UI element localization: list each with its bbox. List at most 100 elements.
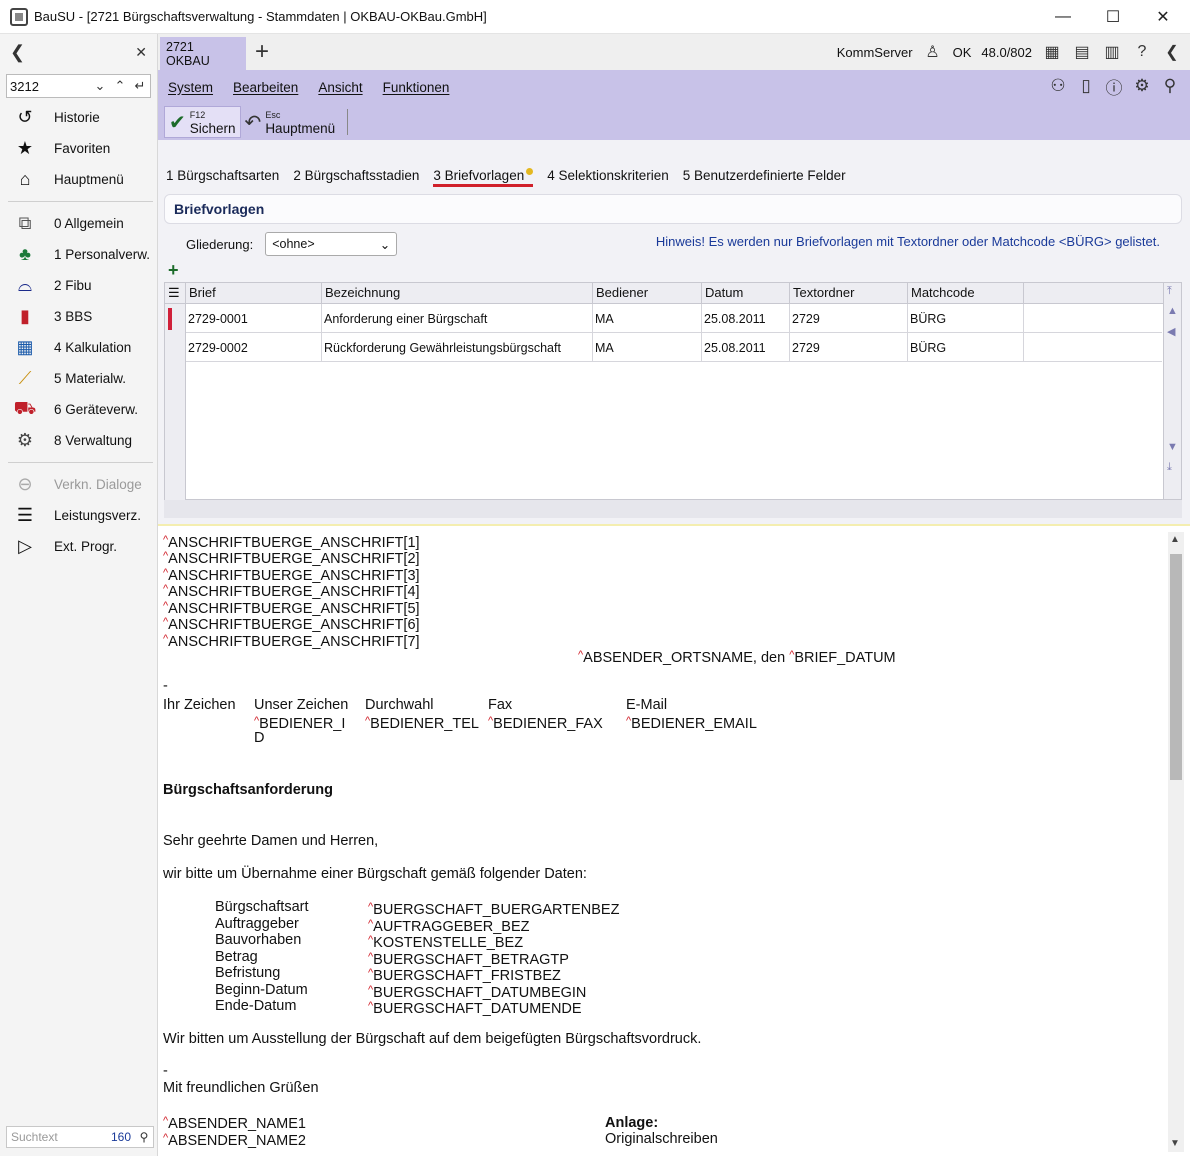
tab-benutzerdefinierte-felder[interactable]: 5 Benutzerdefinierte Felder — [683, 168, 846, 187]
search-icon[interactable]: ⚲ — [1160, 75, 1180, 97]
tab-briefvorlagen[interactable]: 3 Briefvorlagen — [433, 168, 534, 187]
chevron-down-icon[interactable]: ⌄ — [95, 78, 106, 94]
menu-bar: System Bearbeiten Ansicht Funktionen — [158, 70, 1190, 104]
general-icon: ⧉ — [18, 213, 32, 233]
search-icon[interactable]: ⚲ — [135, 1130, 153, 1144]
add-tab-button[interactable]: + — [255, 38, 269, 66]
clipboard-icon[interactable]: ▤ — [1072, 42, 1092, 62]
scroll-up-icon[interactable]: ▲ — [1170, 534, 1180, 545]
scrollbar-thumb[interactable] — [1170, 554, 1182, 780]
ref-header-email: E-Mail — [626, 697, 668, 713]
sidebar-item-materialw[interactable]: ⟋ 5 Materialw. — [0, 363, 157, 394]
scroll-up-icon[interactable]: ◀ — [1167, 325, 1175, 338]
column-header-bezeichnung[interactable]: Bezeichnung — [322, 283, 593, 304]
sidebar: ❮ ✕ 3212 ⌄ ⌃ ↵ ↺ Historie ★ Favoriten ⌂ … — [0, 34, 158, 1156]
document-tab-strip: 2721 OKBAU + KommServer ♙ OK 48.0/802 ▦ … — [158, 34, 1190, 70]
cell-datum: 25.08.2011 — [702, 304, 790, 333]
menu-ansicht[interactable]: Ansicht — [318, 80, 362, 95]
sidebar-item-label: 3 BBS — [54, 309, 93, 324]
scroll-down-icon[interactable]: ▼ — [1167, 441, 1178, 453]
cell-datum: 25.08.2011 — [702, 333, 790, 362]
help-icon[interactable]: ? — [1132, 42, 1152, 62]
personnel-icon: ♣ — [19, 244, 31, 264]
document-tab-number: 2721 — [166, 40, 194, 54]
enter-icon[interactable]: ↵ — [135, 78, 146, 94]
sidebar-item-leistungsverz[interactable]: ☰ Leistungsverz. — [0, 500, 157, 531]
column-header-datum[interactable]: Datum — [702, 283, 790, 304]
sidebar-item-verwaltung[interactable]: ⚙ 8 Verwaltung — [0, 425, 157, 456]
settings-icon[interactable]: ⚙ — [1132, 75, 1152, 97]
search-input[interactable]: Suchtext 160 ⚲ — [6, 1126, 154, 1148]
sidebar-item-historie[interactable]: ↺ Historie — [0, 102, 157, 133]
app-icon — [10, 7, 28, 26]
column-chooser-icon[interactable]: ☰ — [165, 283, 186, 304]
main-menu-label: Hauptmenü — [265, 121, 336, 136]
sidebar-divider — [8, 201, 153, 202]
letter-scrollbar[interactable]: ▲ ▼ — [1168, 532, 1184, 1152]
separator-dash: - — [163, 1063, 168, 1079]
field-label: Bürgschaftsart — [215, 899, 309, 915]
sidebar-item-allgemein[interactable]: ⧉ 0 Allgemein — [0, 208, 157, 239]
cell-matchcode: BÜRG — [908, 333, 1024, 362]
menu-bearbeiten[interactable]: Bearbeiten — [233, 80, 298, 95]
tab-buergschaftsarten[interactable]: 1 Bürgschaftsarten — [166, 168, 279, 187]
document-tab[interactable]: 2721 OKBAU — [160, 37, 246, 70]
window-title: BauSU - [2721 Bürgschaftsverwaltung - St… — [34, 9, 487, 24]
sidebar-item-geraeteverw[interactable]: ⛟ 6 Geräteverw. — [0, 394, 157, 425]
sidebar-item-label: 8 Verwaltung — [54, 433, 133, 448]
gliederung-select[interactable]: <ohne> ⌄ — [265, 232, 398, 256]
user-icon[interactable]: ♙ — [923, 42, 943, 62]
chevron-up-icon[interactable]: ⌃ — [115, 78, 126, 94]
tab-buergschaftsstadien[interactable]: 2 Bürgschaftsstadien — [293, 168, 419, 187]
sidebar-item-label: 2 Fibu — [54, 278, 92, 293]
letter-preview[interactable]: ^ANSCHRIFTBUERGE_ANSCHRIFT[1] ^ANSCHRIFT… — [158, 524, 1190, 1156]
menu-system[interactable]: System — [168, 80, 213, 95]
sidebar-item-hauptmenue[interactable]: ⌂ Hauptmenü — [0, 164, 157, 195]
cell-brief: 2729-0002 — [186, 333, 322, 362]
hint-text: Hinweis! Es werden nur Briefvorlagen mit… — [655, 234, 1160, 249]
users-icon[interactable]: ⚇ — [1048, 75, 1068, 97]
column-header-matchcode[interactable]: Matchcode — [908, 283, 1024, 304]
chevron-down-icon: ⌄ — [379, 237, 391, 252]
add-row-icon[interactable]: + — [168, 260, 179, 281]
sidebar-item-favoriten[interactable]: ★ Favoriten — [0, 133, 157, 164]
collapse-icon[interactable]: ❮ — [1162, 42, 1182, 62]
main-menu-button[interactable]: ↶ Esc Hauptmenü — [241, 106, 340, 138]
sidebar-number-field[interactable]: 3212 ⌄ ⌃ ↵ — [6, 74, 151, 98]
version-label: 48.0/802 — [981, 44, 1032, 60]
document-icon[interactable]: ▯ — [1076, 75, 1096, 97]
unpin-icon[interactable]: ✕ — [135, 44, 147, 61]
sidebar-item-personalverw[interactable]: ♣ 1 Personalverw. — [0, 239, 157, 270]
calculator-icon[interactable]: ▥ — [1102, 42, 1122, 62]
scroll-first-icon[interactable]: ⤒ — [1167, 285, 1172, 298]
table-header: ☰ Brief Bezeichnung Bediener Datum Texto… — [165, 283, 1165, 304]
sidebar-item-fibu[interactable]: ⌓ 2 Fibu — [0, 270, 157, 301]
status-area: KommServer ♙ OK 48.0/802 ▦ ▤ ▥ ? ❮ — [837, 34, 1182, 70]
column-header-textordner[interactable]: Textordner — [790, 283, 908, 304]
place-date-line: ^ABSENDER_ORTSNAME, den ^BRIEF_DATUM — [578, 649, 896, 666]
info-icon[interactable]: ⓘ — [1104, 75, 1124, 98]
minimize-button[interactable]: — — [1040, 0, 1086, 34]
current-row-marker — [168, 308, 172, 330]
close-button[interactable]: ✕ — [1140, 0, 1186, 34]
sidebar-item-ext-progr[interactable]: ▷ Ext. Progr. — [0, 531, 157, 562]
calendar-icon[interactable]: ▦ — [1042, 42, 1062, 62]
ref-value-id: ^BEDIENER_I — [254, 715, 346, 732]
sidebar-item-bbs[interactable]: ▮ 3 BBS — [0, 301, 157, 332]
column-header-brief[interactable]: Brief — [186, 283, 322, 304]
save-button[interactable]: ✔ F12 Sichern — [164, 106, 241, 138]
maximize-button[interactable]: ☐ — [1090, 0, 1136, 34]
scroll-down-icon[interactable]: ▼ — [1170, 1138, 1180, 1149]
table-scrollbar[interactable]: ⤒ ▲ ◀ ▼ ⤓ — [1163, 283, 1181, 499]
table-row[interactable]: 2729-0001 Anforderung einer Bürgschaft M… — [186, 304, 1162, 333]
column-header-bediener[interactable]: Bediener — [593, 283, 702, 304]
tab-selektionskriterien[interactable]: 4 Selektionskriterien — [547, 168, 669, 187]
menu-funktionen[interactable]: Funktionen — [383, 80, 450, 95]
sidebar-item-kalkulation[interactable]: ▦ 4 Kalkulation — [0, 332, 157, 363]
home-icon: ⌂ — [19, 169, 31, 189]
scroll-page-up-icon[interactable]: ▲ — [1167, 305, 1178, 317]
scroll-last-icon[interactable]: ⤓ — [1167, 461, 1172, 474]
back-arrow-icon[interactable]: ❮ — [10, 42, 25, 63]
sidebar-item-label: Leistungsverz. — [54, 508, 142, 523]
table-row[interactable]: 2729-0002 Rückforderung Gewährleistungsb… — [186, 333, 1162, 362]
